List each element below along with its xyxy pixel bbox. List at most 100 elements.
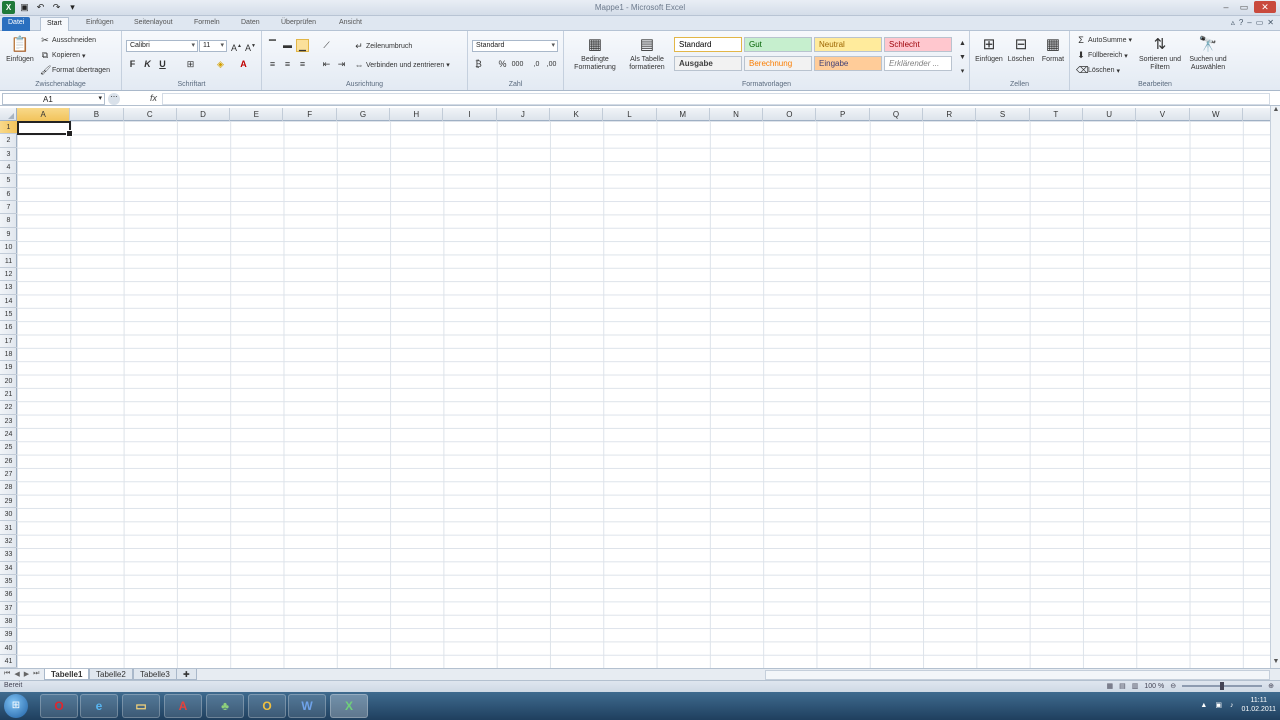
row-header[interactable]: 40 bbox=[0, 642, 17, 655]
formula-input[interactable] bbox=[162, 93, 1270, 105]
italic-button[interactable]: K bbox=[141, 58, 154, 71]
column-header[interactable]: V bbox=[1136, 108, 1190, 121]
tab-einfuegen[interactable]: Einfügen bbox=[80, 17, 120, 31]
column-header[interactable]: P bbox=[817, 108, 870, 121]
row-header[interactable]: 15 bbox=[0, 308, 17, 322]
opera-icon[interactable]: O bbox=[40, 694, 78, 718]
row-header[interactable]: 22 bbox=[0, 401, 17, 415]
show-hidden-icons-icon[interactable]: ▲ bbox=[1200, 702, 1207, 709]
cell-style-swatch[interactable]: Erklärender ... bbox=[884, 56, 952, 71]
volume-icon[interactable]: ♪ bbox=[1230, 702, 1234, 709]
row-header[interactable]: 18 bbox=[0, 348, 17, 362]
column-header[interactable]: R bbox=[923, 108, 977, 121]
scroll-up-icon[interactable]: ▲ bbox=[1271, 106, 1280, 116]
word-icon[interactable]: W bbox=[288, 694, 326, 718]
prev-sheet-icon[interactable]: ◀ bbox=[14, 670, 19, 678]
row-header[interactable]: 33 bbox=[0, 548, 17, 562]
align-right-icon[interactable]: ≡ bbox=[296, 58, 309, 71]
row-header[interactable]: 13 bbox=[0, 281, 17, 295]
last-sheet-icon[interactable]: ⏭ bbox=[33, 670, 39, 678]
row-header[interactable]: 9 bbox=[0, 228, 17, 242]
select-all-button[interactable] bbox=[0, 108, 17, 121]
copy-button[interactable]: ⧉ Kopieren ▾ bbox=[40, 50, 86, 61]
row-header[interactable]: 16 bbox=[0, 321, 17, 335]
column-header[interactable]: F bbox=[284, 108, 337, 121]
workbook-close-icon[interactable]: ✕ bbox=[1267, 18, 1274, 27]
row-header[interactable]: 1 bbox=[0, 121, 17, 135]
column-header[interactable]: K bbox=[550, 108, 604, 121]
explorer-icon[interactable]: ▭ bbox=[122, 694, 160, 718]
column-header[interactable]: H bbox=[390, 108, 444, 121]
row-header[interactable]: 24 bbox=[0, 428, 17, 442]
column-header[interactable]: U bbox=[1083, 108, 1137, 121]
column-header[interactable]: N bbox=[710, 108, 764, 121]
tab-seitenlayout[interactable]: Seitenlayout bbox=[128, 17, 179, 31]
column-header[interactable]: C bbox=[124, 108, 177, 121]
start-button[interactable]: ⊞ bbox=[4, 694, 28, 718]
cell-style-swatch[interactable]: Gut bbox=[744, 37, 812, 52]
borders-icon[interactable]: ⊞ bbox=[184, 58, 197, 71]
next-sheet-icon[interactable]: ▶ bbox=[24, 670, 29, 678]
column-header[interactable]: G bbox=[337, 108, 391, 121]
cell-style-swatch[interactable]: Standard bbox=[674, 37, 742, 52]
tab-formeln[interactable]: Formeln bbox=[188, 17, 226, 31]
row-header[interactable]: 41 bbox=[0, 655, 17, 668]
cell-style-swatch[interactable]: Ausgabe bbox=[674, 56, 742, 71]
align-top-icon[interactable]: ▔ bbox=[266, 39, 279, 52]
format-as-table-button[interactable]: ▤ Als Tabelle formatieren bbox=[624, 35, 670, 72]
outlook-icon[interactable]: O bbox=[248, 694, 286, 718]
row-header[interactable]: 37 bbox=[0, 602, 17, 615]
grow-font-icon[interactable]: A▲ bbox=[230, 40, 243, 53]
cell-style-swatch[interactable]: Neutral bbox=[814, 37, 882, 52]
cell-area[interactable] bbox=[17, 121, 1270, 668]
number-format-combo[interactable]: Standard bbox=[472, 40, 558, 52]
row-header[interactable]: 36 bbox=[0, 588, 17, 602]
tab-start[interactable]: Start bbox=[40, 17, 69, 31]
row-header[interactable]: 29 bbox=[0, 495, 17, 509]
name-box[interactable]: A1 bbox=[2, 93, 105, 105]
page-layout-view-icon[interactable]: ▤ bbox=[1119, 682, 1126, 690]
minimize-button[interactable]: – bbox=[1218, 1, 1234, 13]
column-header[interactable]: A bbox=[17, 108, 71, 121]
row-header[interactable]: 11 bbox=[0, 255, 17, 268]
cut-button[interactable]: ✂ Ausschneiden bbox=[40, 35, 96, 46]
tab-ueberpruefen[interactable]: Überprüfen bbox=[275, 17, 322, 31]
row-header[interactable]: 23 bbox=[0, 415, 17, 429]
column-header[interactable]: O bbox=[763, 108, 817, 121]
find-select-button[interactable]: 🔭 Suchen und Auswählen bbox=[1184, 35, 1232, 72]
row-header[interactable]: 25 bbox=[0, 441, 17, 455]
page-break-view-icon[interactable]: ▥ bbox=[1132, 682, 1139, 690]
tab-daten[interactable]: Daten bbox=[235, 17, 266, 31]
row-header[interactable]: 3 bbox=[0, 148, 17, 162]
row-header[interactable]: 27 bbox=[0, 468, 17, 482]
row-header[interactable]: 28 bbox=[0, 481, 17, 495]
insert-sheet-icon[interactable]: ✚ bbox=[176, 669, 197, 680]
shrink-font-icon[interactable]: A▼ bbox=[244, 40, 257, 53]
maximize-button[interactable]: ▭ bbox=[1236, 1, 1252, 13]
tab-ansicht[interactable]: Ansicht bbox=[333, 17, 368, 31]
format-painter-button[interactable]: 🖌 Format übertragen bbox=[40, 65, 110, 76]
fill-button[interactable]: ⬇ Füllbereich ▾ bbox=[1076, 50, 1128, 61]
ie-icon[interactable]: e bbox=[80, 694, 118, 718]
sheet-tab-tabelle3[interactable]: Tabelle3 bbox=[133, 669, 177, 680]
thousands-icon[interactable]: 000 bbox=[511, 58, 524, 71]
gallery-more-icon[interactable]: ▾ bbox=[956, 65, 969, 78]
column-header[interactable]: W bbox=[1190, 108, 1243, 121]
column-header[interactable]: E bbox=[230, 108, 284, 121]
active-cell[interactable] bbox=[17, 121, 73, 137]
paste-button[interactable]: 📋 Einfügen bbox=[4, 35, 36, 64]
excel-icon[interactable]: X bbox=[330, 694, 368, 718]
row-header[interactable]: 32 bbox=[0, 535, 17, 549]
network-icon[interactable]: ▣ bbox=[1215, 701, 1222, 709]
sheet-tab-tabelle1[interactable]: Tabelle1 bbox=[44, 669, 90, 680]
vertical-scrollbar[interactable]: ▲ ▼ bbox=[1270, 106, 1280, 668]
row-header[interactable]: 17 bbox=[0, 335, 17, 348]
autosum-button[interactable]: Σ AutoSumme ▾ bbox=[1076, 35, 1132, 45]
row-header[interactable]: 10 bbox=[0, 241, 17, 255]
zoom-slider[interactable] bbox=[1182, 682, 1263, 690]
zoom-level[interactable]: 100 % bbox=[1144, 683, 1164, 690]
row-header[interactable]: 21 bbox=[0, 388, 17, 402]
scroll-down-icon[interactable]: ▼ bbox=[1271, 658, 1280, 668]
row-header[interactable]: 31 bbox=[0, 522, 17, 535]
bold-button[interactable]: F bbox=[126, 58, 139, 71]
